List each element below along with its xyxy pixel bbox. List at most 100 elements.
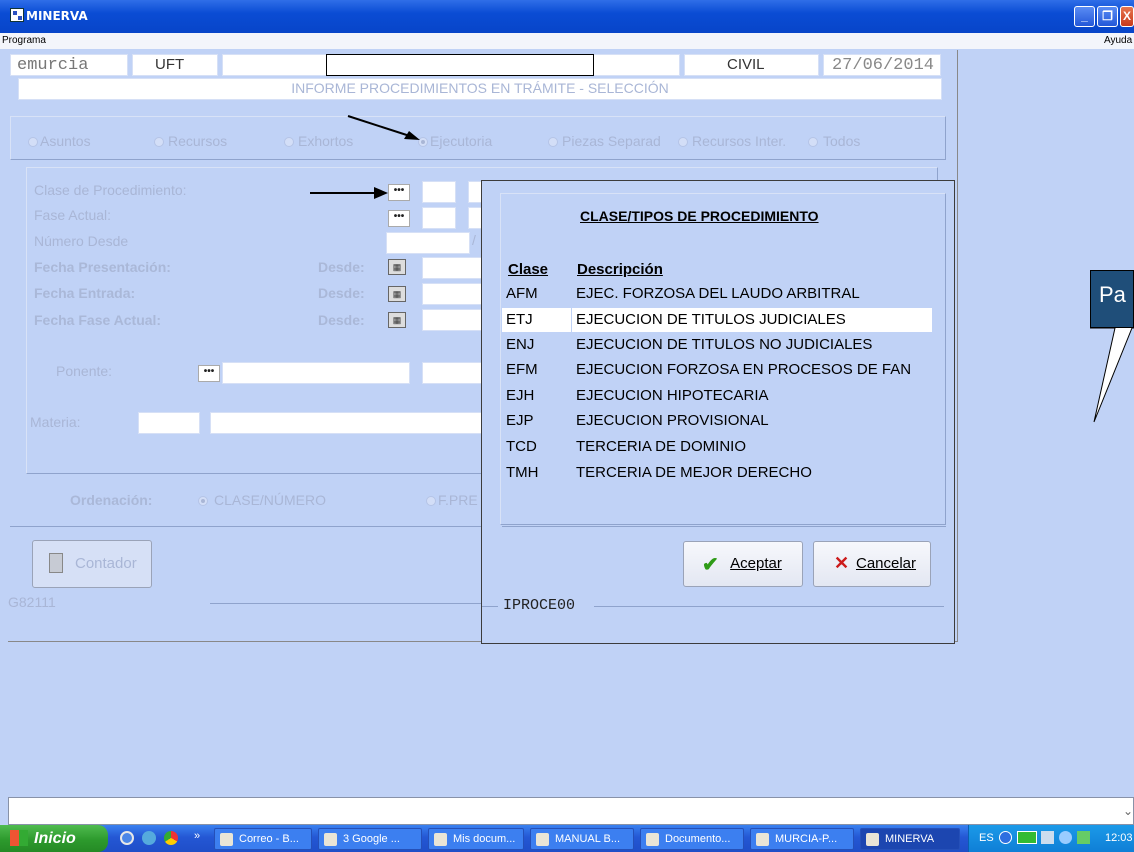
fase-code-field[interactable] (422, 207, 456, 229)
table-row-code[interactable]: TCD (506, 438, 537, 455)
fecha-fase-field[interactable] (422, 309, 488, 331)
calendar-icon[interactable]: ▦ (388, 286, 406, 302)
taskbar-item-manual[interactable]: MANUAL B... (530, 828, 634, 850)
radio-piezas[interactable] (548, 137, 558, 147)
materia-desc-field[interactable] (210, 412, 488, 434)
contador-button[interactable]: Contador (32, 540, 152, 588)
network-icon[interactable] (1041, 831, 1054, 844)
label-desde-2: Desde: (318, 285, 365, 301)
task-label: Documento... (665, 833, 731, 845)
table-row-code[interactable]: EJP (506, 412, 534, 429)
task-label: MANUAL B... (555, 833, 620, 845)
table-row-desc[interactable]: EJECUCION PROVISIONAL (576, 412, 769, 429)
word-doc-icon (646, 833, 659, 846)
radio-exhortos[interactable] (284, 137, 294, 147)
calendar-icon[interactable]: ▦ (388, 259, 406, 275)
chevron-down-icon[interactable]: ⌄ (1123, 804, 1133, 818)
taskbar-item-murcia[interactable]: MURCIA-P... (750, 828, 854, 850)
label-fecha-presentacion: Fecha Presentación: (34, 259, 171, 275)
radio-recursos[interactable] (154, 137, 164, 147)
ponente-field[interactable] (222, 362, 410, 384)
callout-text: Pa (1090, 270, 1134, 328)
vpn-icon[interactable] (1017, 831, 1037, 844)
calendar-icon[interactable]: ▦ (388, 312, 406, 328)
back-arrow-icon[interactable] (999, 831, 1012, 844)
table-row-code[interactable]: ETJ (506, 311, 533, 328)
form-code: G82111 (8, 594, 56, 610)
label-clase: Clase de Procedimiento: (34, 182, 187, 198)
taskbar-item-minerva[interactable]: MINERVA (860, 828, 960, 850)
close-button[interactable]: X (1120, 6, 1134, 27)
radio-label-todos: Todos (823, 133, 861, 149)
table-row-code[interactable]: EJH (506, 387, 534, 404)
menu-ayuda[interactable]: Ayuda (1104, 35, 1132, 46)
office-field: UFT (132, 54, 218, 76)
table-row-code[interactable]: ENJ (506, 336, 534, 353)
table-row-desc[interactable]: TERCERIA DE MEJOR DERECHO (576, 464, 812, 481)
security-icon[interactable] (1077, 831, 1090, 844)
browser-icon[interactable] (142, 831, 156, 845)
start-label: Inicio (34, 830, 76, 847)
divider (594, 606, 944, 607)
volume-icon[interactable] (1059, 831, 1072, 844)
radio-recursos-inter[interactable] (678, 137, 688, 147)
ponente-extra-field[interactable] (422, 362, 488, 384)
restore-button[interactable]: ❐ (1097, 6, 1118, 27)
task-label: Mis docum... (453, 833, 516, 845)
search-field-highlight[interactable] (326, 54, 594, 76)
table-row-desc[interactable]: EJECUCION FORZOSA EN PROCESOS DE FAN (576, 361, 932, 378)
numero-from-field[interactable] (386, 232, 470, 254)
table-row-desc[interactable]: EJECUCION HIPOTECARIA (576, 387, 769, 404)
windows-logo-icon (10, 830, 28, 846)
menu-programa[interactable]: Programa (2, 35, 46, 46)
radio-asuntos[interactable] (28, 137, 38, 147)
start-button[interactable]: Inicio (0, 825, 108, 852)
title-bar[interactable]: MINERVA _ ❐ X (0, 0, 1134, 33)
fecha-pres-field[interactable] (422, 257, 488, 279)
accept-label: Aceptar (730, 555, 782, 572)
radio-label-recursos-inter: Recursos Inter. (692, 133, 787, 149)
taskbar-item-google[interactable]: 3 Google ... (318, 828, 422, 850)
status-bar[interactable]: ⌄ (8, 797, 1134, 825)
materia-code-field[interactable] (138, 412, 200, 434)
radio-clase-numero[interactable] (198, 496, 208, 506)
cancel-button[interactable]: ✕ Cancelar (813, 541, 931, 587)
clock: 12:03 (1105, 832, 1133, 844)
table-row-desc[interactable]: EJECUCION DE TITULOS JUDICIALES (576, 311, 846, 328)
label-fase: Fase Actual: (34, 207, 112, 223)
radio-fpre[interactable] (426, 496, 436, 506)
ponente-lookup-button[interactable]: ••• (198, 365, 220, 382)
table-row-desc[interactable]: EJEC. FORZOSA DEL LAUDO ARBITRAL (576, 285, 860, 302)
fecha-entrada-field[interactable] (422, 283, 488, 305)
label-fecha-entrada: Fecha Entrada: (34, 285, 136, 301)
numero-slash: / (472, 232, 476, 248)
label-desde-1: Desde: (318, 259, 365, 275)
accept-button[interactable]: ✔ Aceptar (683, 541, 803, 587)
table-row-code[interactable]: TMH (506, 464, 539, 481)
radio-ejecutoria[interactable] (418, 137, 428, 147)
clase-code-field[interactable] (422, 181, 456, 203)
date-field: 27/06/2014 (823, 54, 941, 76)
radio-todos[interactable] (808, 137, 818, 147)
ie-icon[interactable] (120, 831, 134, 845)
taskbar-item-documento[interactable]: Documento... (640, 828, 744, 850)
clase-tipos-dialog: CLASE/TIPOS DE PROCEDIMIENTO Clase Descr… (481, 180, 955, 644)
fase-lookup-button[interactable]: ••• (388, 210, 410, 227)
table-row-desc[interactable]: EJECUCION DE TITULOS NO JUDICIALES (576, 336, 872, 353)
table-row-code[interactable]: AFM (506, 285, 538, 302)
minimize-button[interactable]: _ (1074, 6, 1095, 27)
language-indicator[interactable]: ES (979, 832, 994, 844)
terminal-icon (756, 833, 769, 846)
chrome-icon[interactable] (164, 831, 178, 845)
table-row-desc[interactable]: TERCERIA DE DOMINIO (576, 438, 746, 455)
taskbar-item-mis-documentos[interactable]: Mis docum... (428, 828, 524, 850)
taskbar-item-correo[interactable]: Correo - B... (214, 828, 312, 850)
clase-lookup-button[interactable]: ••• (388, 184, 410, 201)
mail-icon (220, 833, 233, 846)
app-icon (866, 833, 879, 846)
overflow-chevron-icon[interactable]: » (194, 830, 200, 842)
task-label: MINERVA (885, 833, 935, 845)
contador-label: Contador (75, 555, 137, 572)
label-ordenacion: Ordenación: (70, 492, 153, 508)
table-row-code[interactable]: EFM (506, 361, 538, 378)
